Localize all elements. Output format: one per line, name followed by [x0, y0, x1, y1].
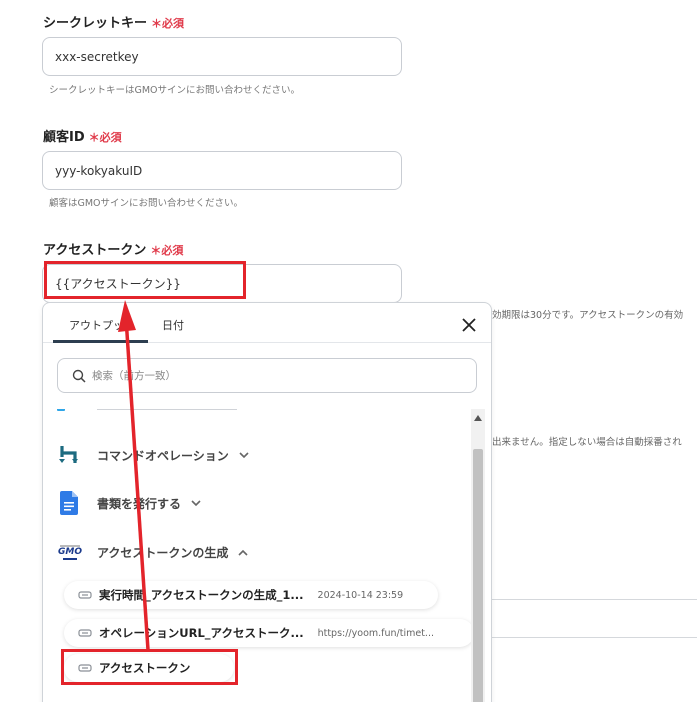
search-input[interactable]: 検索（前方一致） — [57, 358, 477, 393]
group-command-operation[interactable]: コマンドオペレーション — [57, 443, 249, 467]
customer-id-value: yyy-kokyakuID — [55, 163, 143, 178]
customer-id-label-text: 顧客ID — [43, 130, 85, 145]
scrolled-item-fragment — [57, 409, 237, 412]
access-token-label: アクセストークン ＊必須 — [43, 239, 183, 258]
chevron-up-icon — [238, 549, 248, 556]
secret-key-value: xxx-secretkey — [55, 49, 139, 64]
scrollbar[interactable] — [471, 409, 485, 702]
customer-id-label: 顧客ID ＊必須 — [43, 126, 122, 145]
variable-icon — [78, 590, 92, 600]
output-item-operation-url[interactable]: オペレーションURL_アクセストーク... https://yoom.fun/t… — [64, 619, 473, 647]
search-placeholder: 検索（前方一致） — [92, 370, 176, 382]
next-field-help: 出来ません。指定しない場合は自動採番され — [492, 437, 682, 448]
divider — [492, 637, 697, 638]
customer-id-input[interactable]: yyy-kokyakuID — [42, 151, 402, 190]
command-operation-icon — [57, 443, 81, 467]
group-access-token-generation[interactable]: GMO アクセストークンの生成 — [57, 540, 248, 564]
annotation-box-input — [44, 261, 246, 299]
chevron-down-icon — [191, 499, 201, 506]
chevron-down-icon — [239, 451, 249, 458]
search-icon — [72, 369, 86, 383]
variable-icon — [78, 628, 92, 638]
divider — [492, 599, 697, 600]
scroll-up-icon[interactable] — [474, 415, 482, 421]
active-tab-indicator — [53, 340, 148, 343]
gmo-logo-text: GMO — [58, 546, 82, 557]
access-token-label-text: アクセストークン — [43, 243, 147, 258]
scrollbar-thumb[interactable] — [473, 449, 483, 702]
customer-id-help: 顧客はGMOサインにお問い合わせください。 — [49, 198, 244, 209]
secret-key-label-text: シークレットキー — [43, 16, 148, 31]
gmo-sign-logo: GMO — [57, 540, 83, 564]
output-item-value: 2024-10-14 23:59 — [317, 589, 404, 601]
output-item-label: 実行時間_アクセストークンの生成_1... — [99, 588, 304, 602]
annotation-box-item — [61, 649, 238, 685]
tab-output[interactable]: アウトプット — [69, 317, 135, 333]
required-badge: ＊必須 — [150, 244, 184, 257]
output-item-execution-time[interactable]: 実行時間_アクセストークンの生成_1... 2024-10-14 23:59 — [64, 581, 438, 609]
secret-key-help: シークレットキーはGMOサインにお問い合わせください。 — [49, 85, 301, 96]
secret-key-label: シークレットキー ＊必須 — [43, 12, 184, 31]
required-badge: ＊必須 — [88, 131, 122, 144]
google-docs-icon — [57, 491, 81, 515]
close-icon[interactable] — [461, 317, 477, 333]
group-label: アクセストークンの生成 — [97, 545, 229, 560]
group-issue-document[interactable]: 書類を発行する — [57, 491, 201, 515]
required-badge: ＊必須 — [151, 17, 185, 30]
group-label: 書類を発行する — [97, 496, 182, 511]
secret-key-input[interactable]: xxx-secretkey — [42, 37, 402, 76]
tab-date[interactable]: 日付 — [162, 317, 184, 333]
output-picker-panel: アウトプット 日付 検索（前方一致） コマンドオペレーション 書類を発行する G… — [42, 302, 492, 702]
picker-tabbar: アウトプット 日付 — [43, 303, 491, 343]
output-item-value: https://yoom.fun/timet... — [317, 627, 434, 639]
output-item-label: オペレーションURL_アクセストーク... — [99, 626, 304, 640]
access-token-help: 効期限は30分です。アクセストークンの有効 — [492, 310, 684, 321]
group-label: コマンドオペレーション — [97, 448, 229, 463]
